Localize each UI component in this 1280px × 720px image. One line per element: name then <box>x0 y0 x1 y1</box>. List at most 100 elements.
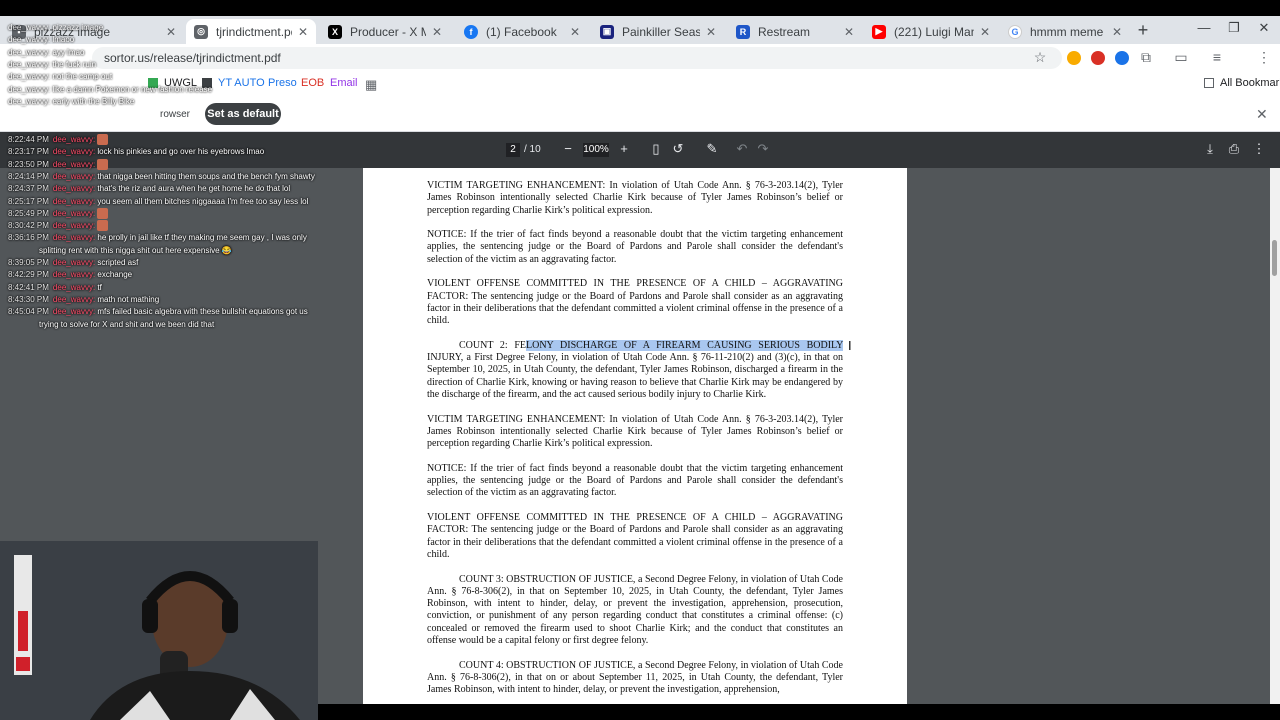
chat-timestamp: 8:39:05 PM <box>8 258 49 267</box>
window-close-icon[interactable]: ✕ <box>1254 20 1274 36</box>
close-icon[interactable]: ✕ <box>980 25 990 39</box>
tab-4[interactable]: ▣ Painkiller Season 1 Episo ✕ <box>592 19 724 44</box>
all-bookmarks[interactable]: All Bookmarks <box>1204 77 1280 89</box>
tab-3[interactable]: f (1) Facebook ✕ <box>456 19 588 44</box>
chat-username: dee_wavvy: <box>52 233 98 243</box>
close-icon[interactable]: ✕ <box>1256 106 1268 123</box>
chat-text: he prolly in jail like tf they making me… <box>97 233 307 243</box>
chat-message-old: dee_wavvy: early with the Billy Bike <box>8 96 135 106</box>
chat-timestamp: 8:24:37 PM <box>8 184 49 194</box>
extension-icon[interactable] <box>1115 51 1129 65</box>
chat-message: 8:45:04 PM dee_wavvy: mfs failed basic al… <box>8 306 308 318</box>
tab-7[interactable]: G hmmm meme - Google ✕ <box>1000 19 1130 44</box>
google-icon: G <box>1008 24 1022 39</box>
chat-message: 8:24:14 PM dee_wavvy: that nigga been hit… <box>8 171 315 183</box>
chat-username: dee_wavvy: <box>52 221 98 231</box>
more-options-icon[interactable]: ⋮ <box>1251 141 1267 157</box>
minimize-icon[interactable]: — <box>1194 20 1214 35</box>
chat-timestamp: 8:36:16 PM <box>8 233 49 243</box>
restore-icon[interactable]: ❐ <box>1224 20 1244 36</box>
close-icon[interactable]: ✕ <box>432 25 442 39</box>
chat-username: dee_wavvy: <box>52 171 98 181</box>
scrollbar-thumb[interactable] <box>1272 240 1277 276</box>
chat-username: dee_wavvy: <box>52 258 98 267</box>
chat-message: 8:43:30 PM dee_wavvy: math not mathing <box>8 294 159 306</box>
emote-icon <box>97 208 109 220</box>
rotate-icon[interactable]: ↺ <box>670 141 686 157</box>
chat-message-old: dee_wavvy: ayy lmao <box>8 47 85 57</box>
tab-6[interactable]: ▶ (221) Luigi Mangione la ✕ <box>864 19 998 44</box>
bookmark-star-icon[interactable]: ☆ <box>1031 49 1049 66</box>
chat-text: splitting rent with this nigga shit out … <box>39 245 232 255</box>
chat-message-old: dee_wavvy: lmaoo <box>8 35 75 45</box>
chat-message-old: dee_wavvy: the fuck ruin <box>8 59 97 69</box>
chat-username: dee_wavvy: <box>52 184 98 194</box>
chat-timestamp: 8:45:04 PM <box>8 307 49 317</box>
chat-timestamp: 8:22:44 PM <box>8 135 49 144</box>
annotate-icon[interactable]: ✎ <box>704 141 720 157</box>
zoom-input[interactable]: 100% <box>583 143 609 157</box>
paragraph-count-2: COUNT 2: FELONY DISCHARGE OF A FIREARM C… <box>427 339 843 401</box>
chat-text: lock his pinkies and go over his eyebrow… <box>97 147 265 157</box>
tab-2[interactable]: X Producer - X Media Stud ✕ <box>320 19 450 44</box>
close-icon[interactable]: ✕ <box>1112 25 1122 39</box>
chat-timestamp: 8:23:50 PM <box>8 159 49 169</box>
chat-message: splitting rent with this nigga shit out … <box>39 245 232 257</box>
tab-title: Producer - X Media Stud <box>350 24 426 39</box>
chat-username: dee_wavvy: <box>52 294 98 304</box>
tab-5[interactable]: R Restream ✕ <box>728 19 862 44</box>
page-icon: ▣ <box>600 24 614 39</box>
zoom-in-icon[interactable]: + <box>616 141 632 156</box>
extension-icon[interactable] <box>1091 51 1105 65</box>
fit-page-icon[interactable]: ▯ <box>648 141 664 157</box>
menu-kebab-icon[interactable]: ⋮ <box>1255 49 1273 66</box>
redo-icon[interactable]: ↷ <box>755 141 771 157</box>
undo-icon[interactable]: ↶ <box>734 141 750 157</box>
chat-message: 8:42:41 PM dee_wavvy: tf <box>8 282 102 294</box>
text-selection[interactable]: LONY DISCHARGE OF A FIREARM CAUSING SERI… <box>526 339 843 351</box>
chat-message: 8:22:44 PM dee_wavvy: <box>8 134 109 146</box>
chat-timestamp: 8:43:30 PM <box>8 294 49 304</box>
chat-message: 8:36:16 PM dee_wavvy: he prolly in jail l… <box>8 232 307 244</box>
bookmark-label: Email <box>330 77 358 89</box>
close-icon[interactable]: ✕ <box>844 25 854 39</box>
new-tab-button[interactable]: + <box>1134 20 1152 41</box>
stream-chat-overlay: dee_wavvy: pizzazz image dee_wavvy: lmaoo… <box>0 16 315 336</box>
pdf-page: VICTIM TARGETING ENHANCEMENT: In violati… <box>363 168 907 704</box>
chat-username: dee_wavvy: <box>52 208 98 218</box>
download-icon[interactable]: ⤓ <box>1202 141 1218 157</box>
chat-message: 8:24:37 PM dee_wavvy: that's the riz and … <box>8 183 290 195</box>
extension-icon[interactable] <box>1067 51 1081 65</box>
chat-text: exchange <box>97 270 133 280</box>
extensions-puzzle-icon[interactable]: ⧉ <box>1137 49 1155 66</box>
paragraph: COUNT 4: OBSTRUCTION OF JUSTICE, a Secon… <box>427 659 843 696</box>
chat-message-old: dee_wavvy: like a damn Pokemon or new fa… <box>8 84 213 94</box>
media-icon[interactable]: ≡ <box>1208 49 1226 65</box>
paragraph: VIOLENT OFFENSE COMMITTED IN THE PRESENC… <box>427 512 843 560</box>
chat-timestamp: 8:25:17 PM <box>8 196 49 206</box>
paragraph: VICTIM TARGETING ENHANCEMENT: In violati… <box>427 413 843 450</box>
chat-username: dee_wavvy: <box>52 270 98 280</box>
folder-icon <box>1204 78 1214 88</box>
count-2-prefix: COUNT 2: FE <box>459 339 526 351</box>
chat-message: 8:25:17 PM dee_wavvy: you seem all them b… <box>8 196 308 208</box>
page-number-input[interactable]: 2 <box>506 143 520 157</box>
text-cursor-icon: I <box>848 338 852 353</box>
chat-username: dee_wavvy: <box>52 282 98 292</box>
all-bookmarks-label: All Bookmarks <box>1220 77 1280 89</box>
close-icon[interactable]: ✕ <box>706 25 716 39</box>
bookmark-email[interactable]: Email <box>330 77 358 89</box>
close-icon[interactable]: ✕ <box>570 25 580 39</box>
chat-message: 8:42:29 PM dee_wavvy: exchange <box>8 269 132 281</box>
apps-grid-icon[interactable]: ▦ <box>365 77 377 93</box>
sidepanel-icon[interactable]: ▭ <box>1172 49 1190 66</box>
facebook-icon: f <box>464 24 478 39</box>
print-icon[interactable]: ⎙ <box>1226 141 1242 157</box>
chat-message: 8:23:17 PM dee_wavvy: lock his pinkies an… <box>8 146 264 158</box>
document-text: VICTIM TARGETING ENHANCEMENT: In violati… <box>427 180 843 704</box>
chat-message: 8:23:50 PM dee_wavvy: <box>8 158 109 171</box>
chat-text: that nigga been hitting them soups and t… <box>97 171 315 181</box>
zoom-out-icon[interactable]: − <box>560 141 576 156</box>
chat-timestamp: 8:23:17 PM <box>8 147 49 157</box>
chat-message: 8:30:42 PM dee_wavvy: <box>8 220 109 232</box>
